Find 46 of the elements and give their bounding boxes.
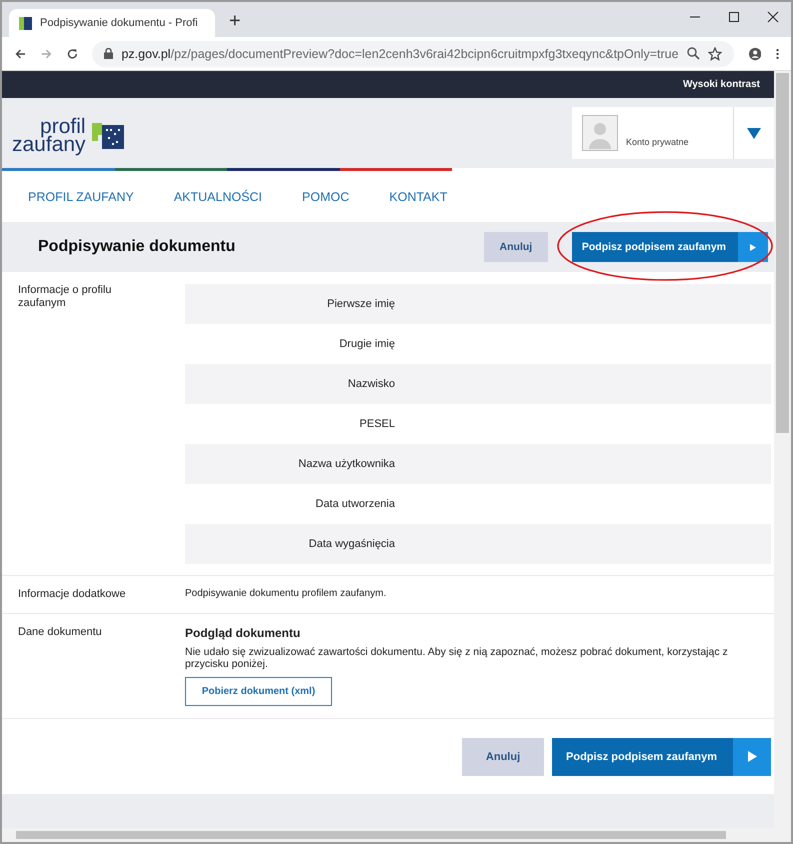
field-label: Data wygaśnięcia [308,538,395,550]
maximize-icon[interactable] [728,11,740,23]
logo-icon [90,121,126,151]
address-bar[interactable]: pz.gov.pl/pz/pages/documentPreview?doc=len2cenh3v6rai42bcipn6cruitmpxfg3txeqync&tpOnly=true [92,40,734,66]
download-button[interactable]: Pobierz dokument (xml) [185,677,332,706]
star-icon[interactable] [708,46,722,60]
sign-button[interactable]: Podpisz podpisem zaufanym [552,738,771,776]
browser-tab[interactable]: Podpisywanie dokumentu - Profi [9,9,215,37]
play-icon [750,244,756,250]
favicon-icon [19,16,32,30]
page-title: Podpisywanie dokumentu [38,238,236,256]
reload-icon[interactable] [66,46,78,60]
field-label: Nazwa użytkownika [297,458,395,470]
menu-icon[interactable] [776,46,780,60]
field-label: Drugie imię [338,338,395,350]
section-label: Informacje o profilu zaufanym [17,283,113,311]
nav-link[interactable]: KONTAKT [389,190,448,204]
info-text: Podpisywanie dokumentu profilem zaufanym. [185,588,386,599]
nav-link[interactable]: AKTUALNOŚCI [174,190,262,204]
cancel-button[interactable]: Anuluj [484,232,548,262]
new-tab-button[interactable]: + [229,10,241,33]
field-label: PESEL [358,418,395,430]
lock-icon [104,48,114,59]
close-icon[interactable] [767,11,779,23]
scrollbar[interactable] [2,828,791,842]
field-label: Nazwisko [346,378,395,390]
field-label: Data utworzenia [314,498,395,510]
field-label: Pierwsze imię [326,298,395,310]
play-icon [748,751,756,762]
cancel-button[interactable]: Anuluj [462,738,544,776]
logo-text[interactable]: profil [40,118,86,136]
sign-button[interactable]: Podpisz podpisem zaufanym [572,232,768,262]
nav-link[interactable]: POMOC [302,190,350,204]
section-heading: Podgląd dokumentu [185,626,302,640]
zoom-icon[interactable] [686,47,700,60]
logo-text[interactable]: zaufany [12,136,86,154]
info-text: Nie udało się zwizualizować zawartości dokumentu. Aby się z nią zapoznać, możesz pobrać dokument, korzystając z przycisku poniżej. [185,646,729,670]
caret-icon[interactable] [747,128,761,138]
profile-icon[interactable] [748,46,761,62]
section-label: Informacje dodatkowe [17,587,127,602]
section-label: Dane dokumentu [17,625,103,640]
account-panel[interactable]: Konto prywatne [572,107,774,159]
nav-link[interactable]: PROFIL ZAUFANY [28,190,134,204]
scrollbar[interactable] [774,71,791,828]
high-contrast-link[interactable]: Wysoki kontrast [682,79,760,90]
avatar-icon [582,115,618,151]
